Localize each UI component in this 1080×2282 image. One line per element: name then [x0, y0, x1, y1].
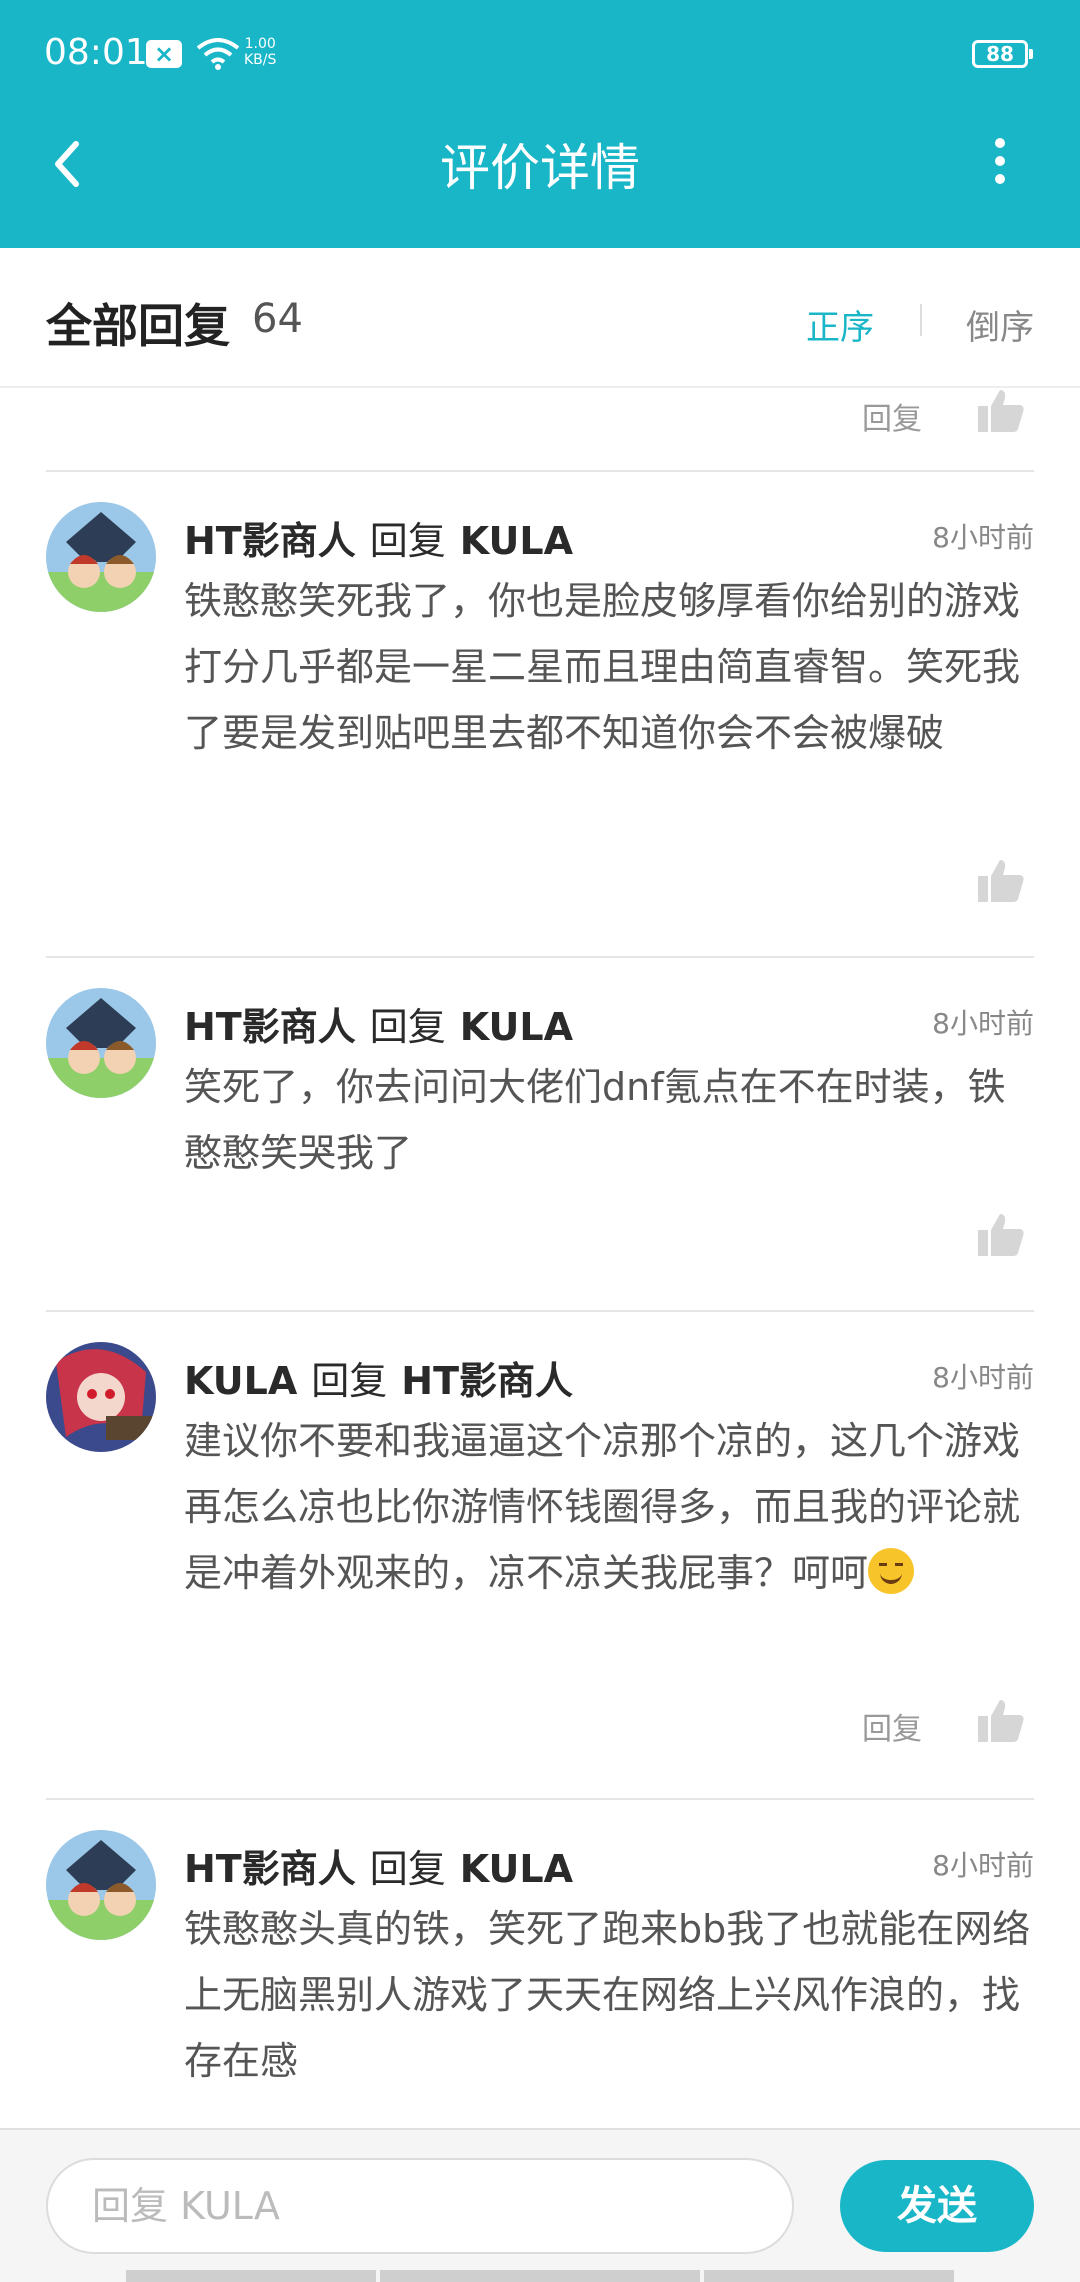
avatar[interactable]	[46, 502, 156, 612]
comment-time: 8小时前	[932, 521, 1034, 554]
comment-meta: KULA 回复 HT影商人	[184, 1350, 573, 1405]
author-name[interactable]: HT影商人	[184, 519, 356, 563]
comment-text: 建议你不要和我逼逼这个凉那个凉的，这几个游戏再怎么凉也比你游情怀钱圈得多，而且我…	[184, 1408, 1034, 1606]
reply-input-bar: 回复 KULA 发送	[0, 2128, 1080, 2282]
nav-hint-bar	[126, 2270, 376, 2282]
reply-target[interactable]: HT影商人	[401, 1359, 573, 1403]
app-bar: 08:01 × 1.00 KB/S 88 评价详情	[0, 0, 1080, 248]
reply-target[interactable]: KULA	[460, 1847, 573, 1891]
thumb-up-icon[interactable]	[976, 858, 1026, 904]
comment-item: HT影商人 回复 KULA 8小时前 铁憨憨头真的铁，笑死了跑来bb我了也就能在网络…	[46, 1800, 1034, 2128]
reply-target[interactable]: KULA	[460, 1005, 573, 1049]
comment-time: 8小时前	[932, 1361, 1034, 1394]
reply-button[interactable]: 回复	[862, 1704, 922, 1748]
notification-x-icon: ×	[146, 40, 182, 68]
thumb-up-icon[interactable]	[976, 1698, 1026, 1744]
all-replies-label: 全部回复	[46, 299, 230, 353]
sort-ascending-tab[interactable]: 正序	[806, 300, 874, 349]
reply-button[interactable]: 回复	[862, 394, 922, 438]
author-name[interactable]: HT影商人	[184, 1005, 356, 1049]
sort-divider	[920, 304, 922, 336]
avatar[interactable]	[46, 1342, 156, 1452]
comment-item: HT影商人 回复 KULA 8小时前 铁憨憨笑死我了，你也是脸皮够厚看你给别的游戏打…	[46, 472, 1034, 958]
net-speed-value: 1.00	[244, 36, 276, 52]
comment-text: 铁憨憨笑死我了，你也是脸皮够厚看你给别的游戏打分几乎都是一星二星而且理由简直睿智…	[184, 579, 1021, 755]
comment-time: 8小时前	[932, 1007, 1034, 1040]
smile-emoji-icon	[868, 1548, 915, 1594]
thumb-up-icon[interactable]	[976, 1212, 1026, 1258]
sort-bar: 全部回复 64 正序 倒序	[0, 248, 1080, 388]
comment-feed[interactable]: 回复 HT影商人 回复 KULA 8小时前 铁憨憨笑死我了，你也是脸皮够厚看你给别的…	[0, 388, 1080, 2128]
comment-text: 铁憨憨头真的铁，笑死了跑来bb我了也就能在网络上无脑黑别人游戏了天天在网络上兴风…	[184, 1907, 1031, 2083]
author-name[interactable]: KULA	[184, 1359, 297, 1403]
comment-text: 笑死了，你去问问大佬们dnf氪点在不在时装，铁憨憨笑哭我了	[184, 1065, 1006, 1175]
more-options-icon[interactable]	[980, 138, 1020, 194]
reply-word: 回复	[369, 1005, 446, 1049]
wifi-icon	[196, 38, 240, 70]
previous-comment-actions: 回复	[46, 388, 1034, 472]
reply-target[interactable]: KULA	[460, 519, 573, 563]
nav-hint-bar	[380, 2270, 700, 2282]
sort-descending-tab[interactable]: 倒序	[966, 300, 1034, 349]
status-time: 08:01	[44, 32, 148, 73]
reply-word: 回复	[369, 1847, 446, 1891]
replies-count: 64	[252, 296, 303, 342]
author-name[interactable]: HT影商人	[184, 1847, 356, 1891]
reply-input[interactable]: 回复 KULA	[46, 2158, 794, 2254]
avatar[interactable]	[46, 1830, 156, 1940]
nav-hint-bar	[704, 2270, 954, 2282]
thumb-up-icon[interactable]	[976, 388, 1026, 434]
comment-meta: HT影商人 回复 KULA	[184, 510, 573, 565]
comment-time: 8小时前	[932, 1849, 1034, 1882]
page-title: 评价详情	[440, 139, 640, 197]
comment-item: HT影商人 回复 KULA 8小时前 笑死了，你去问问大佬们dnf氪点在不在时装，铁…	[46, 958, 1034, 1312]
comment-item: KULA 回复 HT影商人 8小时前 建议你不要和我逼逼这个凉那个凉的，这几个游戏再…	[46, 1312, 1034, 1800]
reply-word: 回复	[311, 1359, 388, 1403]
avatar[interactable]	[46, 988, 156, 1098]
net-speed-unit: KB/S	[244, 52, 277, 68]
network-speed: 1.00 KB/S	[244, 36, 276, 68]
battery-level: 88	[986, 42, 1014, 66]
battery-icon: 88	[972, 40, 1033, 68]
reply-word: 回复	[369, 519, 446, 563]
comment-meta: HT影商人 回复 KULA	[184, 1838, 573, 1893]
comment-meta: HT影商人 回复 KULA	[184, 996, 573, 1051]
send-button[interactable]: 发送	[840, 2160, 1034, 2252]
status-bar: 08:01 × 1.00 KB/S 88	[0, 0, 1080, 110]
